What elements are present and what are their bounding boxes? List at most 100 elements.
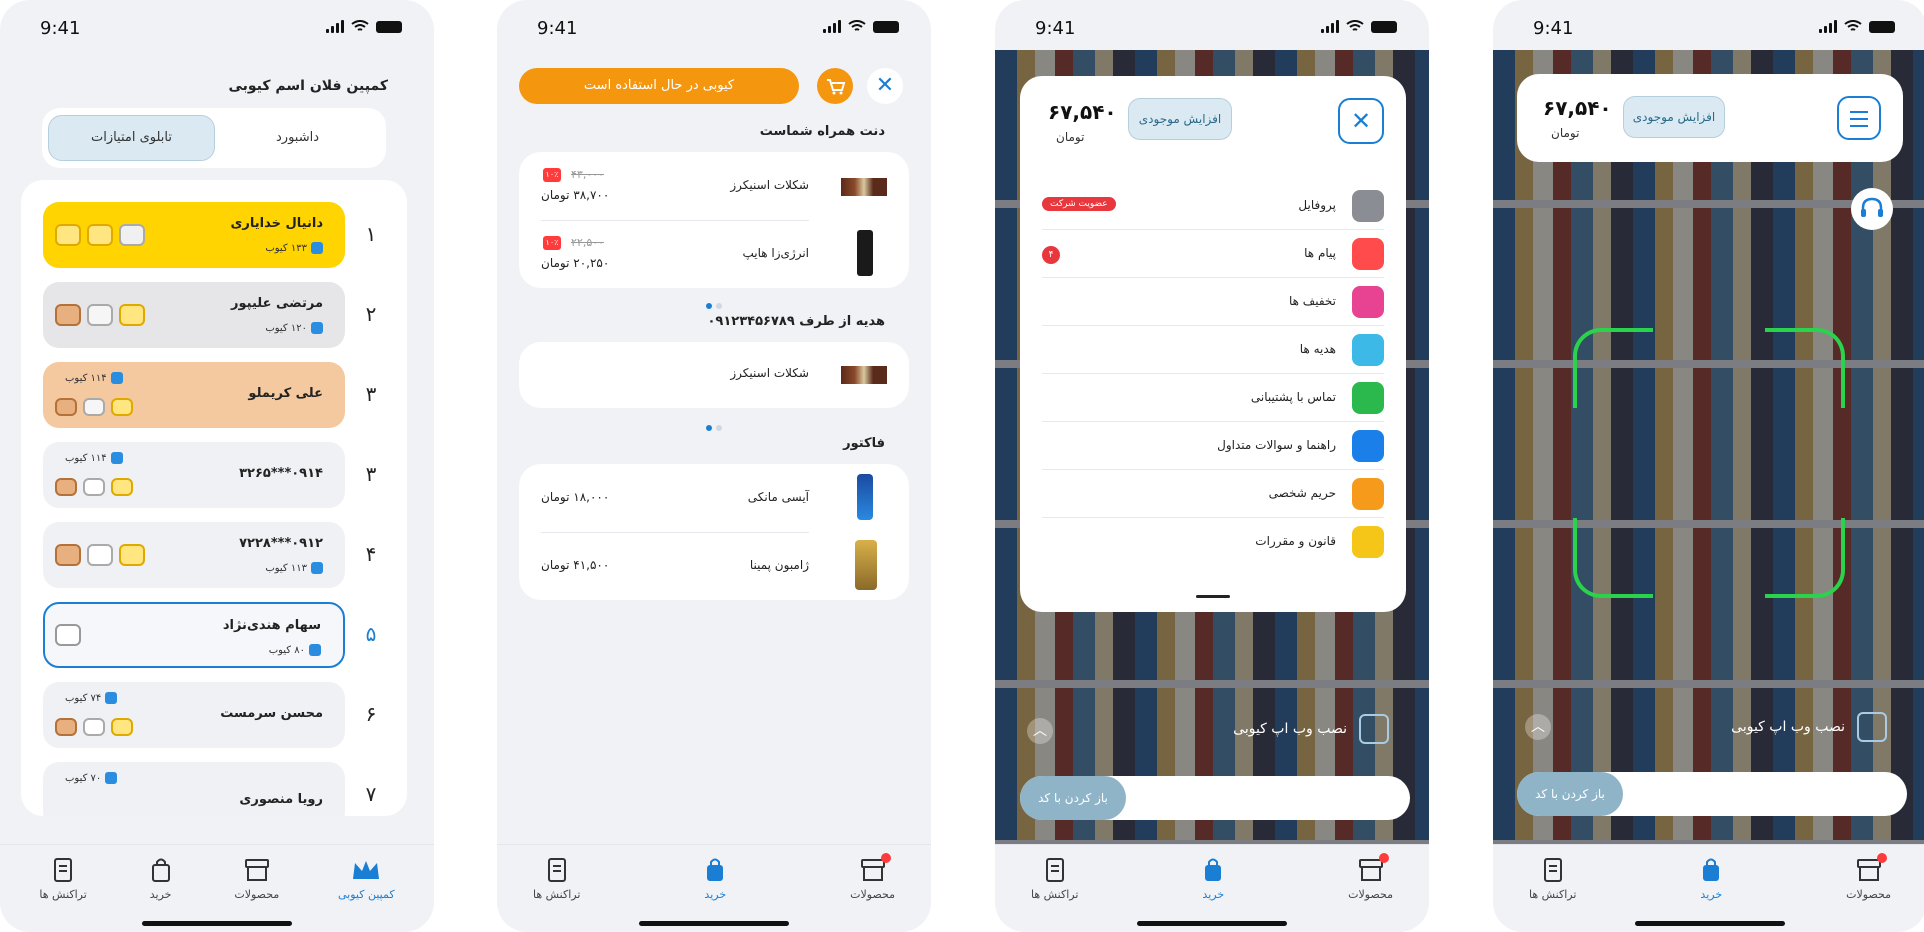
leaderboard-row[interactable]: دانیال خدایاری ۱۳۳ کیوب — [43, 202, 345, 268]
chevron-up-icon[interactable]: ︿ — [1525, 714, 1551, 740]
nav-buy[interactable]: خرید — [1696, 845, 1726, 932]
nav-products[interactable]: محصولات — [1348, 845, 1393, 932]
leaderboard-row[interactable]: رویا منصوری ۷۰ کیوب — [43, 762, 345, 816]
nav-transactions[interactable]: تراکنش ها — [39, 845, 87, 932]
menu-screen: 9:41 ۶۷,۵۴۰ تومان افزایش موجودی ✕ پروفای… — [995, 0, 1429, 932]
cube-count: ۸۰ کیوب — [269, 644, 321, 656]
menu-item-faq[interactable]: راهنما و سوالات متداول — [1042, 422, 1384, 470]
notification-dot — [1378, 853, 1389, 863]
nav-transactions[interactable]: تراکنش ها — [533, 845, 580, 932]
tab-scoreboard[interactable]: تابلوی امتیازات — [48, 115, 215, 161]
menu-button[interactable] — [1837, 96, 1881, 140]
nav-products[interactable]: محصولات — [234, 845, 279, 932]
leaderboard-row[interactable]: علی کریملو ۱۱۴ کیوب — [43, 362, 345, 428]
scanner-frame — [1573, 328, 1845, 598]
player-name: دانیال خدایاری — [230, 216, 324, 231]
bottom-nav: تراکنش ها خرید محصولات — [995, 844, 1429, 932]
nav-campaign[interactable]: کمپین کیوبی — [338, 845, 395, 932]
cart-button[interactable] — [817, 68, 853, 104]
silver-medal-icon — [83, 398, 105, 416]
rank-number: ۶ — [365, 702, 377, 726]
percent-icon — [1352, 286, 1384, 318]
menu-item-privacy[interactable]: حریم شخصی — [1042, 470, 1384, 518]
open-with-code-button[interactable]: باز کردن با کد — [1020, 776, 1126, 820]
medals — [55, 718, 133, 736]
crown-icon — [351, 855, 381, 885]
usage-banner[interactable]: کیوبی در حال استفاده است — [519, 68, 799, 104]
close-menu-button[interactable]: ✕ — [1338, 98, 1384, 144]
increase-balance-button[interactable]: افزایش موجودی — [1128, 98, 1232, 140]
leaderboard-list: دانیال خدایاری ۱۳۳ کیوب ۱ مرتضی علیپور ۱… — [21, 180, 407, 816]
battery-icon — [376, 20, 402, 33]
receipt-icon — [542, 855, 572, 885]
cube-count: ۷۴ کیوب — [65, 692, 118, 704]
bronze-medal-icon — [55, 398, 77, 416]
player-name: علی کریملو — [248, 386, 323, 401]
silver-medal-icon — [119, 224, 145, 246]
silver-medal-icon — [87, 304, 113, 326]
leaderboard-row[interactable]: ۰۹۱۴***۳۲۶۵ ۱۱۴ کیوب — [43, 442, 345, 508]
cube-count: ۱۲۰ کیوب — [265, 322, 323, 334]
rank-number: ۲ — [365, 302, 377, 326]
nav-buy[interactable]: خرید — [1198, 845, 1228, 932]
silver-medal-icon — [83, 718, 105, 736]
list-item[interactable]: شکلات اسنیکرز ۱۰٪ ۴۳,۰۰۰ ۳۸,۷۰۰ تومان — [519, 152, 909, 220]
drag-handle[interactable] — [1196, 595, 1230, 598]
tab-dashboard[interactable]: داشبورد — [215, 116, 380, 160]
menu-item-discounts[interactable]: تخفیف ها — [1042, 278, 1384, 326]
increase-balance-button[interactable]: افزایش موجودی — [1623, 96, 1725, 138]
gold-medal-icon — [111, 398, 133, 416]
battery-icon — [1869, 20, 1895, 33]
status-bar: 9:41 — [0, 0, 434, 52]
nav-products[interactable]: محصولات — [850, 845, 895, 932]
close-button[interactable]: ✕ — [867, 68, 903, 104]
nav-buy[interactable]: خرید — [700, 845, 730, 932]
support-button[interactable] — [1851, 188, 1893, 230]
code-bar[interactable]: باز کردن با کد — [1020, 776, 1410, 820]
home-indicator — [639, 921, 789, 926]
nav-products[interactable]: محصولات — [1846, 845, 1891, 932]
bottom-nav: تراکنش ها خرید محصولات — [497, 844, 931, 932]
old-price: ۲۲,۵۰۰ — [571, 236, 605, 249]
nav-transactions[interactable]: تراکنش ها — [1529, 845, 1576, 932]
signal-icon — [1819, 20, 1837, 33]
app-logo-icon — [1359, 714, 1389, 744]
menu-item-gifts[interactable]: هدیه ها — [1042, 326, 1384, 374]
list-item[interactable]: ژامبون پمینا ۴۱,۵۰۰ تومان — [519, 532, 909, 600]
nav-buy[interactable]: خرید — [146, 845, 176, 932]
leaderboard-row[interactable]: مرتضی علیپور ۱۲۰ کیوب — [43, 282, 345, 348]
close-icon: ✕ — [1350, 107, 1372, 135]
home-indicator — [1635, 921, 1785, 926]
bronze-medal-icon — [55, 478, 77, 496]
code-bar[interactable]: باز کردن با کد — [1517, 772, 1907, 816]
menu-item-terms[interactable]: قانون و مقررات — [1042, 518, 1384, 566]
menu-item-support[interactable]: تماس با پشتیبانی — [1042, 374, 1384, 422]
leaderboard-row[interactable]: ۰۹۱۲***۷۲۲۸ ۱۱۳ کیوب — [43, 522, 345, 588]
leaderboard-row[interactable]: محسن سرمست ۷۴ کیوب — [43, 682, 345, 748]
chevron-up-icon[interactable]: ︿ — [1027, 718, 1053, 744]
wallet-unit: تومان — [1056, 130, 1085, 144]
list-item[interactable]: آیسی مانکی ۱۸,۰۰۰ تومان — [519, 464, 909, 532]
nav-transactions[interactable]: تراکنش ها — [1031, 845, 1078, 932]
leaderboard-row-current-user[interactable]: سهام هندی‌نژاد ۸۰ کیوب — [43, 602, 345, 668]
product-name: شکلات اسنیکرز — [730, 178, 809, 192]
menu-item-profile[interactable]: پروفایل عضویت شرکت — [1042, 182, 1384, 230]
section-title-gift: هدیه از طرف ۰۹۱۲۳۴۵۶۷۸۹ — [707, 314, 885, 329]
silver-medal-icon — [87, 544, 113, 566]
scanner-screen: 9:41 ۶۷,۵۴۰ تومان افزایش موجودی نصب وب ا… — [1493, 0, 1924, 932]
list-item[interactable]: انرژی‌زا هایپ ۱۰٪ ۲۲,۵۰۰ ۲۰,۲۵۰ تومان — [519, 220, 909, 288]
section-title-favorites: دنت همراه شماست — [759, 124, 885, 139]
rank-number: ۳ — [365, 462, 377, 486]
notification-dot — [880, 853, 891, 863]
gold-medal-icon — [111, 478, 133, 496]
install-pwa-prompt[interactable]: نصب وب اپ کیوبی — [1233, 714, 1389, 744]
box-icon — [242, 855, 272, 885]
open-with-code-button[interactable]: باز کردن با کد — [1517, 772, 1623, 816]
gift-card[interactable]: شکلات اسنیکرز — [519, 342, 909, 408]
status-bar: 9:41 — [995, 0, 1429, 52]
headset-icon — [1352, 382, 1384, 414]
install-pwa-prompt[interactable]: نصب وب اپ کیوبی — [1731, 712, 1887, 742]
menu-item-messages[interactable]: پیام ها ۴ — [1042, 230, 1384, 278]
bronze-medal-icon — [55, 544, 81, 566]
cube-count: ۷۰ کیوب — [65, 772, 118, 784]
